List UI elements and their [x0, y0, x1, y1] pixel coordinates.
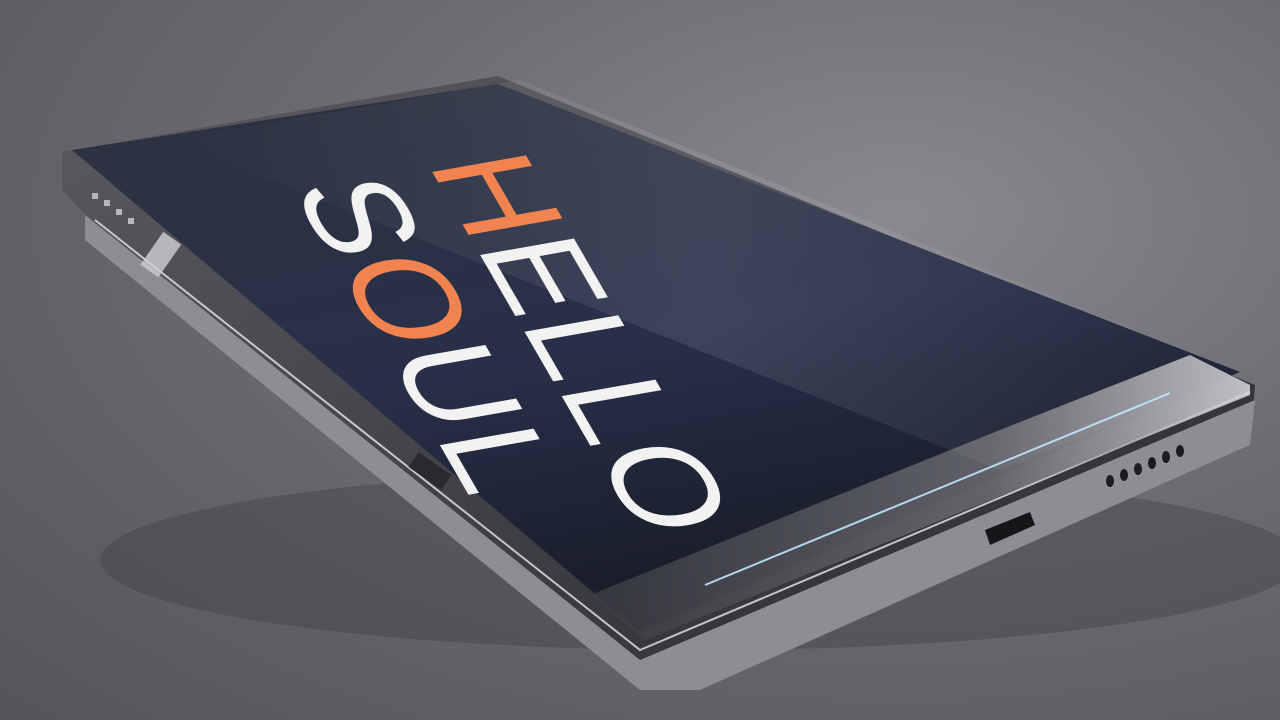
phone-scene: HELLO SOUL: [62, 76, 1280, 690]
